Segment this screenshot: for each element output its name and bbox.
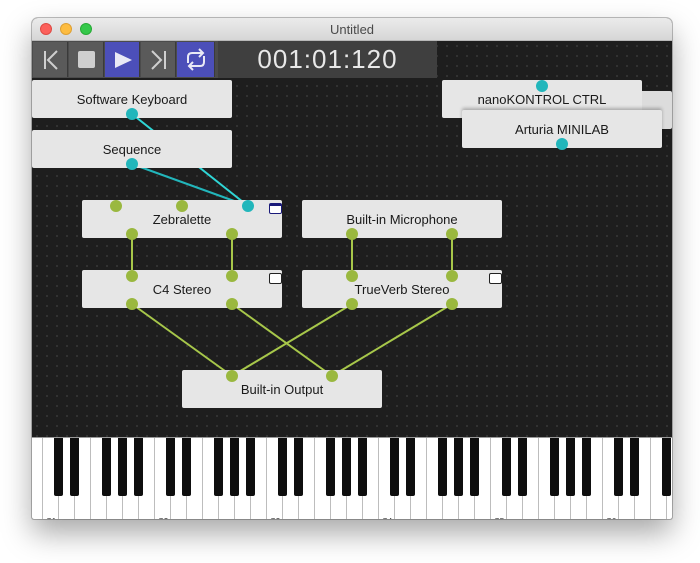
black-key[interactable] [358, 438, 367, 496]
piano-keyboard[interactable]: C1 C2 C3 C4 C5 C6 [32, 437, 672, 519]
window-title: Untitled [329, 22, 375, 37]
midi-out-port-sequence [126, 158, 138, 170]
black-key[interactable] [406, 438, 415, 496]
patch-canvas[interactable]: 001:01:120 Software Keyboard Sequence Ze… [32, 41, 672, 519]
black-key[interactable] [70, 438, 79, 496]
audio-in-port [126, 270, 138, 282]
midi-port-nanokontrol [536, 80, 548, 92]
black-key[interactable] [518, 438, 527, 496]
octave-label: C6 [606, 517, 616, 519]
black-key[interactable] [230, 438, 239, 496]
audio-out-port [446, 298, 458, 310]
black-key[interactable] [214, 438, 223, 496]
black-key[interactable] [326, 438, 335, 496]
black-key[interactable] [454, 438, 463, 496]
audio-in-port [110, 200, 122, 212]
octave-label: C3 [270, 517, 280, 519]
black-key[interactable] [470, 438, 479, 496]
audio-in-port [226, 370, 238, 382]
audio-out-port [446, 228, 458, 240]
octave-label: C4 [382, 517, 392, 519]
audio-out-port [126, 228, 138, 240]
black-key[interactable] [134, 438, 143, 496]
midi-in-port-zebralette [242, 200, 254, 212]
octave-label: C2 [158, 517, 168, 519]
audio-out-port [226, 228, 238, 240]
black-key[interactable] [118, 438, 127, 496]
black-key[interactable] [630, 438, 639, 496]
octave-label: C1 [46, 517, 56, 519]
octave-label: C5 [494, 517, 504, 519]
black-key[interactable] [182, 438, 191, 496]
midi-out-port-keyboard [126, 108, 138, 120]
black-key[interactable] [102, 438, 111, 496]
audio-in-port [226, 270, 238, 282]
black-key[interactable] [550, 438, 559, 496]
black-key[interactable] [54, 438, 63, 496]
white-key[interactable] [32, 438, 43, 519]
black-key[interactable] [502, 438, 511, 496]
audio-out-port [346, 298, 358, 310]
audio-out-port [126, 298, 138, 310]
audio-out-port [226, 298, 238, 310]
audio-in-port [446, 270, 458, 282]
black-key[interactable] [662, 438, 671, 496]
audio-in-port [176, 200, 188, 212]
black-key[interactable] [278, 438, 287, 496]
black-key[interactable] [582, 438, 591, 496]
black-key[interactable] [342, 438, 351, 496]
black-key[interactable] [390, 438, 399, 496]
midi-out-port-arturia [556, 138, 568, 150]
black-key[interactable] [246, 438, 255, 496]
black-key[interactable] [438, 438, 447, 496]
black-key[interactable] [566, 438, 575, 496]
app-window: Untitled 001:01:120 Software Keyboard Se… [32, 18, 672, 519]
black-key[interactable] [614, 438, 623, 496]
audio-in-port [326, 370, 338, 382]
title-bar: Untitled [32, 18, 672, 41]
audio-out-port [346, 228, 358, 240]
audio-in-port [346, 270, 358, 282]
black-key[interactable] [294, 438, 303, 496]
black-key[interactable] [166, 438, 175, 496]
